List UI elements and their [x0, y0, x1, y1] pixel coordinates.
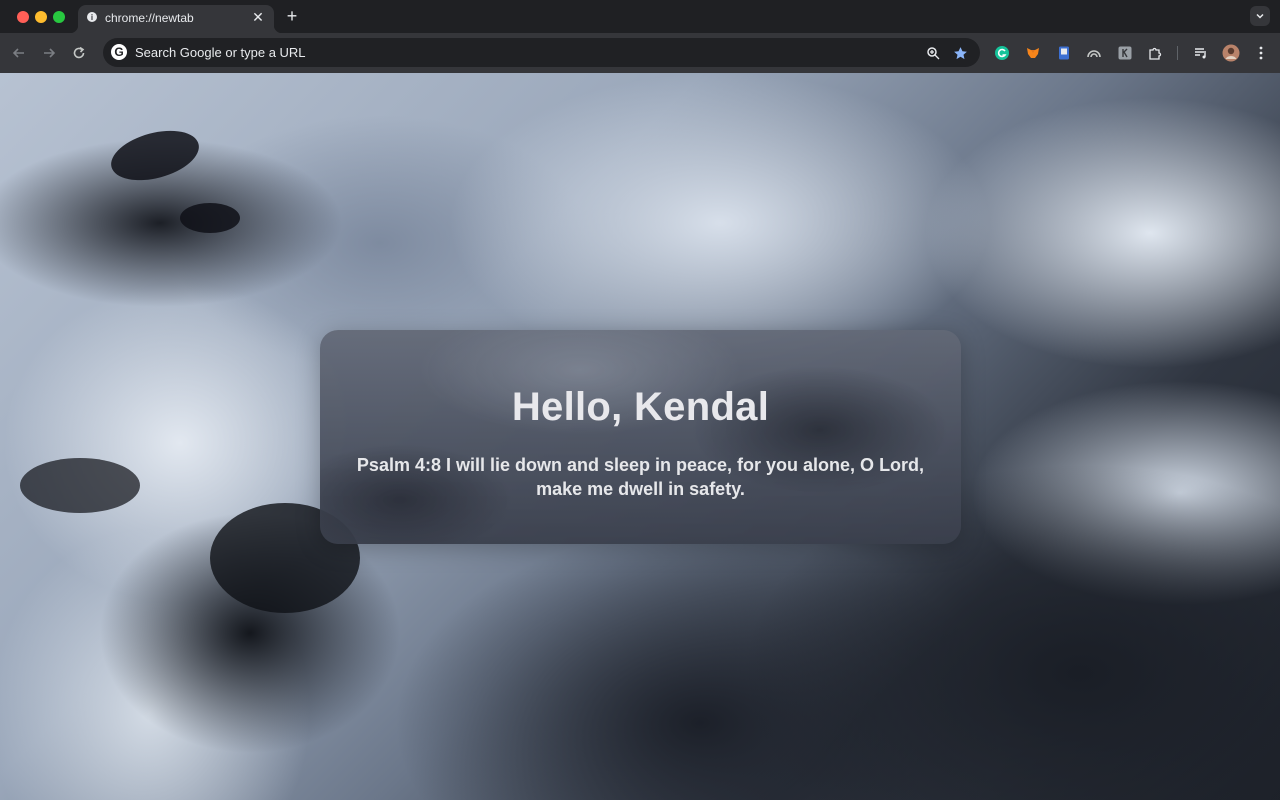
omnibox[interactable]: G [103, 38, 980, 67]
k-extension-icon[interactable] [1116, 44, 1134, 62]
google-icon: G [111, 44, 127, 60]
reload-icon [73, 46, 85, 59]
arc-icon [1087, 50, 1101, 58]
chevron-down-icon [1256, 13, 1264, 19]
tab-strip: i chrome://newtab ✕ + [0, 0, 1280, 33]
kebab-menu-icon [1259, 46, 1263, 60]
greeting-title: Hello, Kendal [511, 385, 770, 429]
arrow-right-icon [44, 48, 56, 58]
puzzle-icon [1149, 47, 1162, 60]
arrow-left-icon [12, 48, 24, 58]
browser-toolbar: G [0, 33, 1280, 73]
new-tab-background: Hello, Kendal Psalm 4:8 I will lie down … [0, 73, 1280, 800]
forward-button[interactable] [37, 41, 61, 65]
zoom-icon [927, 47, 940, 60]
minimize-window-button[interactable] [35, 11, 47, 23]
tab-title: chrome://newtab [105, 11, 194, 25]
avatar-icon [1222, 44, 1240, 62]
tab-close-button[interactable]: ✕ [250, 9, 266, 25]
background-texture [20, 458, 140, 513]
close-window-button[interactable] [17, 11, 29, 23]
greeting-verse: Psalm 4:8 I will lie down and sleep in p… [356, 455, 925, 499]
grammarly-icon[interactable] [993, 44, 1011, 62]
tab-newtab[interactable]: i chrome://newtab ✕ [70, 5, 282, 33]
background-texture [105, 122, 205, 189]
playlist-icon [1195, 48, 1206, 59]
grammarly-logo-icon [995, 46, 1009, 60]
new-tab-button[interactable]: + [281, 5, 303, 27]
star-icon [953, 46, 967, 59]
tab-search-button[interactable] [1250, 6, 1270, 26]
bookmark-extension-icon[interactable] [1055, 44, 1073, 62]
chrome-info-icon: i [87, 12, 97, 22]
background-texture [180, 203, 240, 233]
omnibox-input[interactable] [133, 38, 913, 67]
wave-extension-icon[interactable] [1085, 44, 1103, 62]
zoom-button[interactable] [924, 44, 942, 62]
book-icon [1059, 46, 1069, 60]
fox-icon [1027, 48, 1039, 58]
profile-avatar[interactable] [1222, 44, 1240, 62]
chrome-menu-button[interactable] [1252, 44, 1270, 62]
toolbar-divider [1177, 46, 1178, 60]
fullscreen-window-button[interactable] [53, 11, 65, 23]
metamask-icon[interactable] [1024, 44, 1042, 62]
reload-button[interactable] [67, 41, 91, 65]
greeting-card: Hello, Kendal Psalm 4:8 I will lie down … [320, 330, 961, 544]
extensions-button[interactable] [1146, 44, 1164, 62]
back-button[interactable] [7, 41, 31, 65]
media-controls-button[interactable] [1192, 44, 1210, 62]
letter-k-icon [1118, 46, 1132, 60]
bookmark-star-button[interactable] [951, 44, 969, 62]
